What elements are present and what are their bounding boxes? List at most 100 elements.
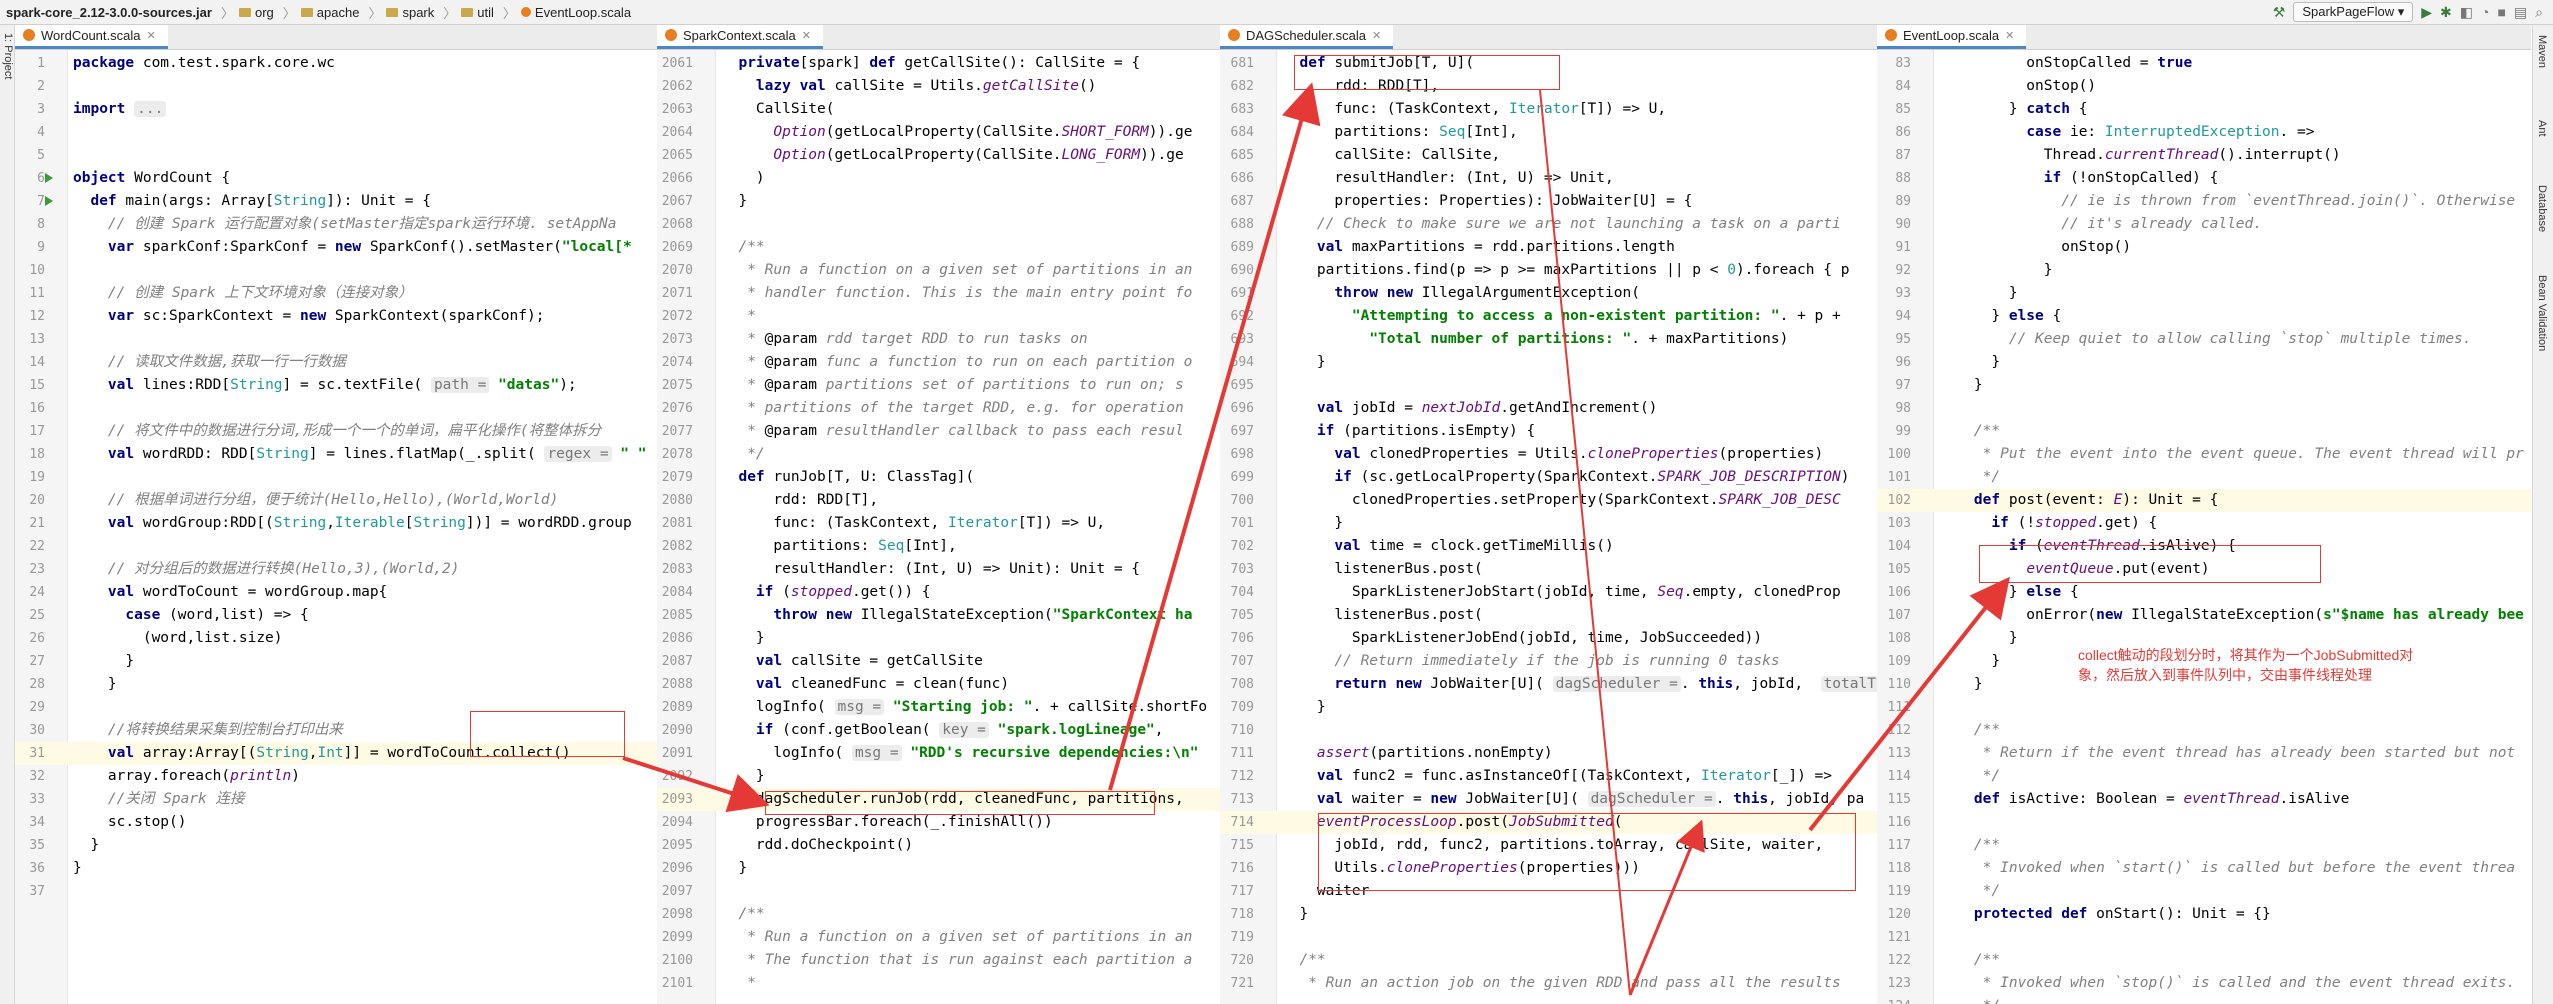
line-number: 105 xyxy=(1887,562,1911,577)
code-token: * Run an action job on the given RDD and… xyxy=(1282,975,1841,991)
code-line: * Run an action job on the given RDD and… xyxy=(1282,972,1841,995)
line-number: 690 xyxy=(1230,263,1254,278)
line-number: 27 xyxy=(29,654,45,669)
close-tab-icon[interactable]: ✕ xyxy=(1372,29,1381,42)
code-area[interactable]: 83 onStopCalled = true 84 onStop() 85 } ca… xyxy=(1877,50,2531,1004)
code-line: val wordRDD: RDD[String] = lines.flatMap… xyxy=(73,443,646,466)
code-area[interactable]: 1 package com.test.spark.core.wc 2 3 import … xyxy=(15,50,657,1004)
close-tab-icon[interactable]: ✕ xyxy=(146,29,155,42)
code-line: * @param partitions set of partitions to… xyxy=(721,374,1184,397)
code-line: def isActive: Boolean = eventThread.isAl… xyxy=(1939,788,2349,811)
line-number: 697 xyxy=(1230,424,1254,439)
code-line: listenerBus.post( xyxy=(1282,604,1482,627)
line-number: 2086 xyxy=(661,631,693,646)
code-token: partitions set of partitions to run on; … xyxy=(825,377,1184,393)
run-configuration-select[interactable]: SparkPageFlow ▾ xyxy=(2293,2,2414,22)
code-line: var sc:SparkContext = new SparkContext(s… xyxy=(73,305,545,328)
code-token: val xyxy=(755,676,791,692)
run-gutter-icon[interactable] xyxy=(45,173,53,183)
code-token: */ xyxy=(1939,883,2001,899)
debug-icon[interactable]: ✱ xyxy=(2440,4,2452,21)
code-token: /** xyxy=(1939,952,2001,968)
breadcrumb-item-util[interactable]: util xyxy=(477,5,494,20)
code-token: protected def xyxy=(1973,906,2097,922)
line-number: 2075 xyxy=(661,378,693,393)
code-token: // 读取文件数据,获取一行一行数据 xyxy=(73,354,346,370)
code-token: com.test.spark.core.wc xyxy=(142,55,335,71)
code-line: logInfo( msg = "RDD's recursive dependen… xyxy=(721,742,1198,765)
code-token: cleanedFunc = clean(func) xyxy=(790,676,1010,692)
run-gutter-icon[interactable] xyxy=(45,196,53,206)
code-line: /** xyxy=(1282,949,1325,972)
code-token: this xyxy=(1698,676,1734,692)
breadcrumb-item-apache[interactable]: apache xyxy=(317,5,360,20)
left-tool-strip: 1: Project xyxy=(0,25,15,1004)
bean-validation-tool-button[interactable]: Bean Validation xyxy=(2536,275,2548,351)
code-line: } xyxy=(1282,696,1326,719)
code-token: JobWaiter[U]( xyxy=(1430,676,1553,692)
code-line: /** xyxy=(1939,420,2000,443)
database-tool-button[interactable]: Database xyxy=(2536,185,2548,232)
line-number: 91 xyxy=(1895,240,1911,255)
code-token: * Return if the event thread has already… xyxy=(1939,745,2516,761)
code-token: path = xyxy=(430,377,490,393)
code-token: import xyxy=(73,101,135,117)
code-token: logInfo( xyxy=(721,745,852,761)
code-token: callSite: CallSite, xyxy=(1282,147,1501,163)
code-token: } xyxy=(1939,676,1983,692)
close-tab-icon[interactable]: ✕ xyxy=(2005,29,2014,42)
structure-icon[interactable]: ▤ xyxy=(2514,4,2527,21)
line-number: 121 xyxy=(1887,930,1911,945)
line-number: 119 xyxy=(1887,884,1911,899)
hammer-icon[interactable]: ⚒ xyxy=(2273,4,2286,21)
editor-tab[interactable]: EventLoop.scala ✕ xyxy=(1877,25,2027,49)
maven-tool-button[interactable]: Maven xyxy=(2536,35,2548,68)
coverage-icon[interactable]: ◧ xyxy=(2460,4,2473,21)
breadcrumb-item-org[interactable]: org xyxy=(255,5,274,20)
code-line: } xyxy=(1939,650,2000,673)
search-icon[interactable]: ⌕ xyxy=(2535,4,2543,21)
breadcrumb-separator: 〉 xyxy=(502,5,516,21)
code-area[interactable]: 2061 private[spark] def getCallSite(): C… xyxy=(657,50,1220,1004)
editor-tab[interactable]: SparkContext.scala ✕ xyxy=(657,25,823,49)
ant-tool-button[interactable]: Ant xyxy=(2536,120,2548,137)
stop-icon[interactable]: ■ xyxy=(2497,4,2505,20)
line-number: 684 xyxy=(1230,125,1254,140)
code-line: /** xyxy=(1939,949,2000,972)
code-token: Option xyxy=(773,124,826,140)
code-line: func: (TaskContext, Iterator[T]) => U, xyxy=(1282,98,1666,121)
code-line: sc.stop() xyxy=(73,811,187,834)
code-token: @param xyxy=(764,331,826,347)
editor-tab[interactable]: DAGScheduler.scala ✕ xyxy=(1220,25,1394,49)
close-tab-icon[interactable]: ✕ xyxy=(802,29,811,42)
code-token: SparkListenerJobEnd(jobId, time, JobSucc… xyxy=(1282,630,1763,646)
code-line: } xyxy=(721,190,747,213)
code-token: maxPartitions = rdd.partitions.length xyxy=(1351,239,1675,255)
breadcrumb-project[interactable]: spark-core_2.12-3.0.0-sources.jar xyxy=(6,5,212,20)
code-token: . + p + xyxy=(1779,308,1841,324)
code-token: "Total number of partitions: " xyxy=(1369,331,1632,347)
project-tool-button[interactable]: 1: Project xyxy=(0,33,14,79)
profile-icon[interactable]: ◔ xyxy=(2481,4,2489,20)
code-token: [ xyxy=(404,515,414,531)
editor-tab[interactable]: WordCount.scala ✕ xyxy=(15,25,168,49)
code-token: * Put the event into the event queue. Th… xyxy=(1939,446,2524,462)
code-token: array.foreach( xyxy=(73,768,231,784)
code-token: * xyxy=(721,377,765,393)
code-token: listenerBus.post( xyxy=(1282,561,1483,577)
tab-bar: WordCount.scala ✕ xyxy=(15,25,657,50)
line-number: 14 xyxy=(29,355,45,370)
editor-pane-eventloop: EventLoop.scala ✕ 83 onStopCalled = true 84… xyxy=(1877,25,2531,1004)
code-token: */ xyxy=(1939,768,2001,784)
line-number: 707 xyxy=(1230,654,1254,669)
breadcrumb-item-file[interactable]: EventLoop.scala xyxy=(535,5,631,20)
line-number: 19 xyxy=(29,470,45,485)
line-number: 714 xyxy=(1230,815,1254,830)
run-icon[interactable]: ▶ xyxy=(2421,4,2432,21)
breadcrumb-item-spark[interactable]: spark xyxy=(402,5,434,20)
breadcrumb-separator: 〉 xyxy=(443,5,457,21)
line-number: 97 xyxy=(1895,378,1911,393)
code-token: def xyxy=(1973,492,2009,508)
